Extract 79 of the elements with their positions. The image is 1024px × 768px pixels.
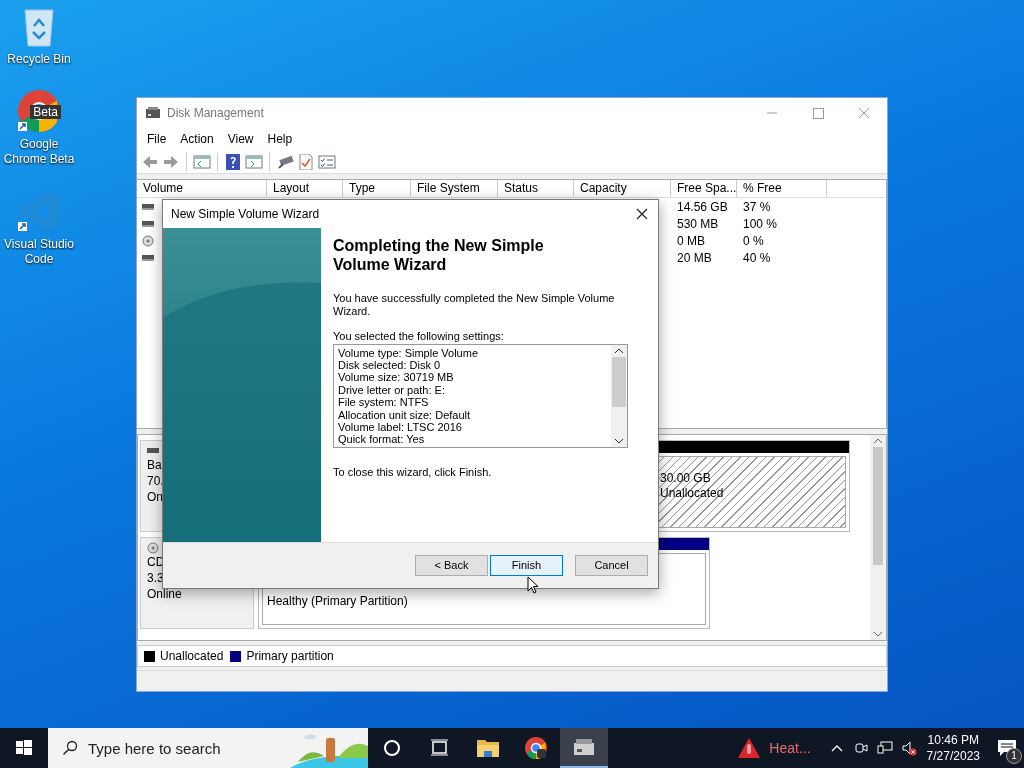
drive-icon (142, 201, 154, 213)
setting-line: Volume type: Simple Volume (338, 346, 480, 360)
table-cell-text: 0 MB (676, 234, 706, 248)
settings-label: You selected the following settings: (333, 329, 505, 342)
setting-line: Volume size: 30719 MB (338, 371, 455, 384)
help-icon[interactable] (224, 153, 242, 170)
properties-icon[interactable] (318, 153, 336, 170)
scrollbar[interactable] (870, 434, 886, 641)
console-tree-icon[interactable] (193, 153, 211, 170)
wizard-button[interactable]: Cancel (575, 554, 648, 576)
table-cell-text: 100 % (742, 217, 779, 231)
partition-status: Unallocated (660, 485, 725, 501)
disk-info-text: 70. (147, 472, 165, 489)
notification-count: 1 (1006, 748, 1022, 764)
clock-time: 10:46 PM (927, 732, 979, 748)
table-cell-text: 20 MB (676, 251, 713, 265)
scrollbar[interactable] (611, 344, 627, 447)
menu-item[interactable]: View (220, 131, 261, 146)
setting-line: Allocation unit size: Default (338, 408, 472, 422)
clock[interactable]: 10:46 PM 7/27/2023 (926, 732, 980, 764)
partition-status: Healthy (Primary Partition) (267, 593, 408, 608)
forward-arrow-icon[interactable] (162, 153, 180, 170)
menu-item[interactable]: Help (260, 131, 300, 146)
disk-icon (145, 105, 161, 121)
search-icon (62, 740, 78, 756)
setting-line: Drive letter or path: E: (338, 383, 446, 397)
setting-line: Disk selected: Disk 0 (338, 359, 442, 372)
window-title: Disk Management (167, 106, 264, 120)
network-icon[interactable] (876, 740, 893, 756)
column-header[interactable]: Capacity (574, 180, 671, 198)
taskbar-app[interactable] (560, 728, 608, 768)
disc-icon (147, 541, 159, 554)
clock-date: 7/27/2023 (926, 748, 980, 764)
column-header[interactable]: File System (411, 180, 498, 198)
table-cell-text: 14.56 GB (676, 200, 729, 214)
dialog-title: New Simple Volume Wizard (171, 206, 321, 221)
setting-line: Quick format: Yes (338, 433, 426, 446)
column-header[interactable]: Layout (267, 180, 343, 198)
muted-speaker-icon[interactable] (900, 740, 917, 756)
warning-icon[interactable] (737, 737, 762, 759)
desktop-icon-label[interactable]: Visual Studio Code (1, 237, 77, 267)
setting-line: Volume label: LTSC 2016 (338, 421, 463, 434)
disk-info-text: On (147, 488, 164, 505)
disc-icon (142, 235, 154, 247)
legend-label: Unallocated (160, 649, 224, 664)
column-header[interactable]: Type (343, 180, 411, 198)
disk-info-text: Ba (147, 456, 163, 473)
chrome-icon (524, 736, 548, 760)
column-header[interactable]: % Free (737, 180, 827, 198)
column-header[interactable]: Status (498, 180, 574, 198)
search-field[interactable]: Type here to search (48, 728, 368, 768)
disk-info-text: Online (147, 585, 183, 602)
column-header[interactable]: Volume (137, 180, 267, 198)
checklist-icon[interactable] (297, 153, 315, 170)
table-cell-text: 530 MB (676, 217, 720, 231)
closing-message: To close this wizard, click Finish. (333, 465, 493, 479)
wizard-heading: Completing the New Simple Volume Wizard (333, 235, 545, 274)
menu-item[interactable]: File (140, 131, 174, 146)
drive-icon (142, 252, 154, 264)
column-header[interactable]: Free Spa... (671, 180, 737, 198)
legend-label: Primary partition (246, 649, 334, 664)
table-cell-text: 37 % (742, 200, 772, 214)
partition-size: 30.00 GB (660, 470, 712, 486)
setting-line: File system: NTFS (338, 396, 430, 409)
drive-icon[interactable] (276, 153, 294, 170)
wizard-button[interactable]: < Back (415, 554, 488, 576)
wizard-message: You have successfully completed the New Simple Volume Wizard. (333, 291, 616, 318)
wizard-button[interactable]: Finish (490, 554, 563, 576)
weather-text[interactable]: Heat... (769, 740, 811, 756)
search-input[interactable]: Type here to search (88, 737, 290, 759)
code-editor-icon[interactable] (17, 189, 61, 233)
table-cell-text: 0 % (742, 234, 765, 248)
back-arrow-icon[interactable] (141, 153, 159, 170)
close-button[interactable] (635, 206, 649, 221)
menu-item[interactable]: Action (173, 131, 221, 146)
camera-icon[interactable] (852, 740, 869, 756)
table-cell-text: 40 % (742, 251, 772, 265)
chrome-beta-icon[interactable]: Beta (17, 89, 61, 133)
drive-icon (142, 218, 154, 230)
